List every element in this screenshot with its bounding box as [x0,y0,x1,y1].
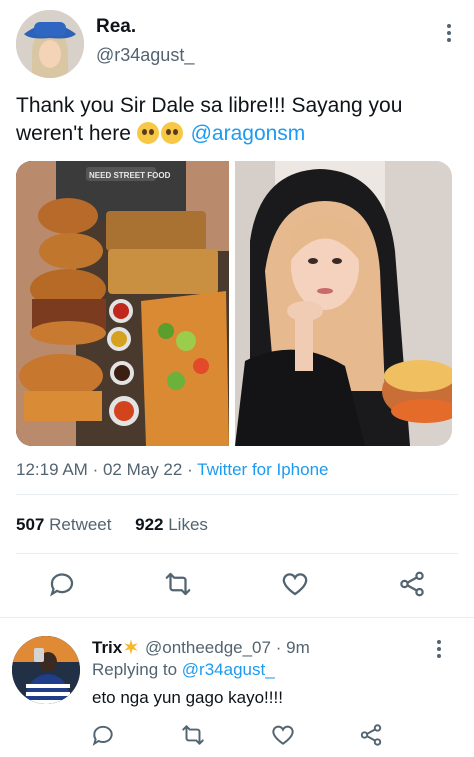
retweet-stat[interactable]: 507 Retweet [16,515,111,534]
tweet-stats: 507 Retweet 922 Likes [16,515,208,535]
reply-tweet[interactable]: Trix @ontheedge_07 · 9m Replying to @r34… [0,618,474,757]
retweet-icon[interactable] [163,569,193,599]
author-name[interactable]: Rea. [96,16,136,38]
food-photo[interactable]: NEED STREET FOOD [16,161,229,446]
author-avatar[interactable] [16,10,84,78]
selfie-photo[interactable] [235,161,452,446]
reply-header: Trix @ontheedge_07 · 9m [92,638,310,658]
more-vertical-icon[interactable] [446,24,452,46]
reply-author-name[interactable]: Trix [92,638,122,657]
divider [16,494,458,495]
media-caption: NEED STREET FOOD [89,171,171,180]
reply-author-handle[interactable]: @ontheedge_07 [145,638,271,657]
tweet-date[interactable]: 02 May 22 [103,460,182,479]
share-icon[interactable] [358,722,388,752]
tweet: Rea. @r34agust_ Thank you Sir Dale sa li… [0,0,474,617]
reply-age: 9m [286,638,310,657]
tweet-source[interactable]: Twitter for Iphone [197,460,328,479]
reply-icon[interactable] [90,722,120,752]
tweet-meta: 12:19 AM · 02 May 22 · Twitter for Iphon… [16,460,329,480]
like-icon[interactable] [270,722,300,752]
divider [16,553,458,554]
retweet-count: 507 [16,515,45,534]
more-vertical-icon[interactable] [436,640,442,662]
meta-dot: · [92,460,103,479]
replying-to-label: Replying to [92,660,178,679]
replying-to: Replying to @r34agust_ [92,660,275,680]
mention-link[interactable]: @aragonsm [191,122,306,145]
sparkle-icon [124,639,138,655]
retweet-label: Retweet [49,515,112,534]
reply-text: eto nga yun gago kayo!!!! [92,688,283,707]
like-icon[interactable] [280,569,310,599]
likes-label: Likes [168,515,208,534]
tweet-time[interactable]: 12:19 AM [16,460,88,479]
likes-stat[interactable]: 922 Likes [135,515,208,534]
retweet-icon[interactable] [180,722,210,752]
tweet-text: Thank you Sir Dale sa libre!!! Sayang yo… [16,92,461,148]
reply-icon[interactable] [47,569,77,599]
meta-dot: · [187,460,198,479]
author-handle[interactable]: @r34agust_ [96,45,194,66]
meta-dot: · [275,638,282,657]
pleading-face-emoji [136,122,159,144]
likes-count: 922 [135,515,164,534]
reply-author-avatar[interactable] [12,636,80,704]
tweet-actions [0,568,474,604]
share-icon[interactable] [397,569,427,599]
pleading-face-emoji [160,122,183,144]
tweet-media: NEED STREET FOOD [16,161,452,446]
replying-to-handle[interactable]: @r34agust_ [182,660,275,679]
